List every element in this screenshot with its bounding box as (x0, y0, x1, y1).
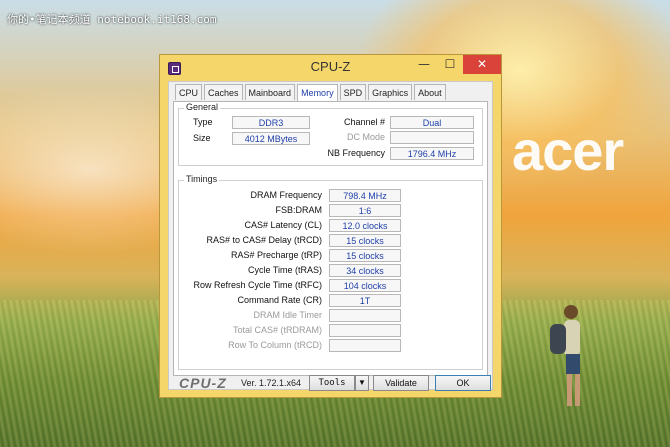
timing-label: Cycle Time (tRAS) (247, 265, 322, 275)
minimize-button[interactable]: — (411, 55, 437, 74)
tab-caches[interactable]: Caches (204, 84, 243, 100)
tools-dropdown-arrow[interactable]: ▼ (355, 375, 369, 391)
ok-button[interactable]: OK (435, 375, 491, 391)
timing-label: DRAM Idle Timer (253, 310, 322, 320)
cpuz-logo: CPU-Z (179, 375, 227, 391)
size-value: 4012 MBytes (232, 132, 310, 145)
dcmode-label: DC Mode (346, 132, 385, 142)
general-group-title: General (184, 102, 221, 112)
tab-cpu[interactable]: CPU (175, 84, 203, 100)
timing-value: 1T (329, 294, 401, 307)
maximize-button[interactable]: ☐ (437, 55, 463, 74)
timing-value (329, 339, 401, 352)
type-label: Type (193, 117, 213, 127)
tab-strip: CPU Caches Mainboard Memory SPD Graphics… (175, 84, 448, 102)
timing-value: 15 clocks (329, 234, 401, 247)
tab-spd[interactable]: SPD (339, 84, 367, 100)
tab-memory[interactable]: Memory (297, 84, 338, 102)
tools-button[interactable]: Tools (309, 375, 355, 391)
timing-value: 15 clocks (329, 249, 401, 262)
timing-value: 1:6 (329, 204, 401, 217)
desktop-brand-logo: acer (512, 119, 624, 182)
dcmode-value (390, 131, 474, 144)
size-label: Size (193, 133, 211, 143)
type-value: DDR3 (232, 116, 310, 129)
timings-group: Timings DRAM Frequency 798.4 MHz FSB:DRA… (178, 174, 483, 370)
tab-mainboard[interactable]: Mainboard (244, 84, 296, 100)
timings-group-title: Timings (184, 174, 220, 184)
tab-graphics[interactable]: Graphics (368, 84, 413, 100)
tab-about[interactable]: About (414, 84, 446, 100)
close-button[interactable]: ✕ (463, 55, 501, 74)
timing-value: 798.4 MHz (329, 189, 401, 202)
timing-value: 104 clocks (329, 279, 401, 292)
nb-frequency-label: NB Frequency (327, 148, 385, 158)
timing-label: RAS# to CAS# Delay (tRCD) (206, 235, 322, 245)
timing-label: CAS# Latency (CL) (244, 220, 322, 230)
timing-label: RAS# Precharge (tRP) (230, 250, 322, 260)
cpuz-window: CPU-Z — ☐ ✕ CPU Caches Mainboard Memory … (159, 54, 502, 398)
timing-value: 12.0 clocks (329, 219, 401, 232)
desktop-watermark: 你的•笔记本频道 notebook.it168.com (7, 13, 217, 26)
timing-label: FSB:DRAM (275, 205, 322, 215)
title-bar[interactable]: CPU-Z — ☐ ✕ (160, 55, 501, 81)
window-client: CPU Caches Mainboard Memory SPD Graphics… (168, 81, 493, 391)
wallpaper-person (550, 305, 580, 406)
footer-bar: CPU-Z Ver. 1.72.1.x64 Tools ▼ Validate O… (169, 375, 492, 391)
timing-label: Row Refresh Cycle Time (tRFC) (193, 280, 322, 290)
timing-value (329, 324, 401, 337)
channel-label: Channel # (343, 117, 385, 127)
nb-frequency-value: 1796.4 MHz (390, 147, 474, 160)
timing-value: 34 clocks (329, 264, 401, 277)
timing-label: Total CAS# (tRDRAM) (232, 325, 322, 335)
version-text: Ver. 1.72.1.x64 (241, 378, 302, 388)
channel-value: Dual (390, 116, 474, 129)
memory-panel: General Type DDR3 Size 4012 MBytes Chann… (173, 101, 488, 376)
timing-label: Row To Column (tRCD) (228, 340, 322, 350)
timing-label: DRAM Frequency (250, 190, 322, 200)
timing-value (329, 309, 401, 322)
general-group: General Type DDR3 Size 4012 MBytes Chann… (178, 102, 483, 166)
timing-label: Command Rate (CR) (237, 295, 322, 305)
validate-button[interactable]: Validate (373, 375, 429, 391)
